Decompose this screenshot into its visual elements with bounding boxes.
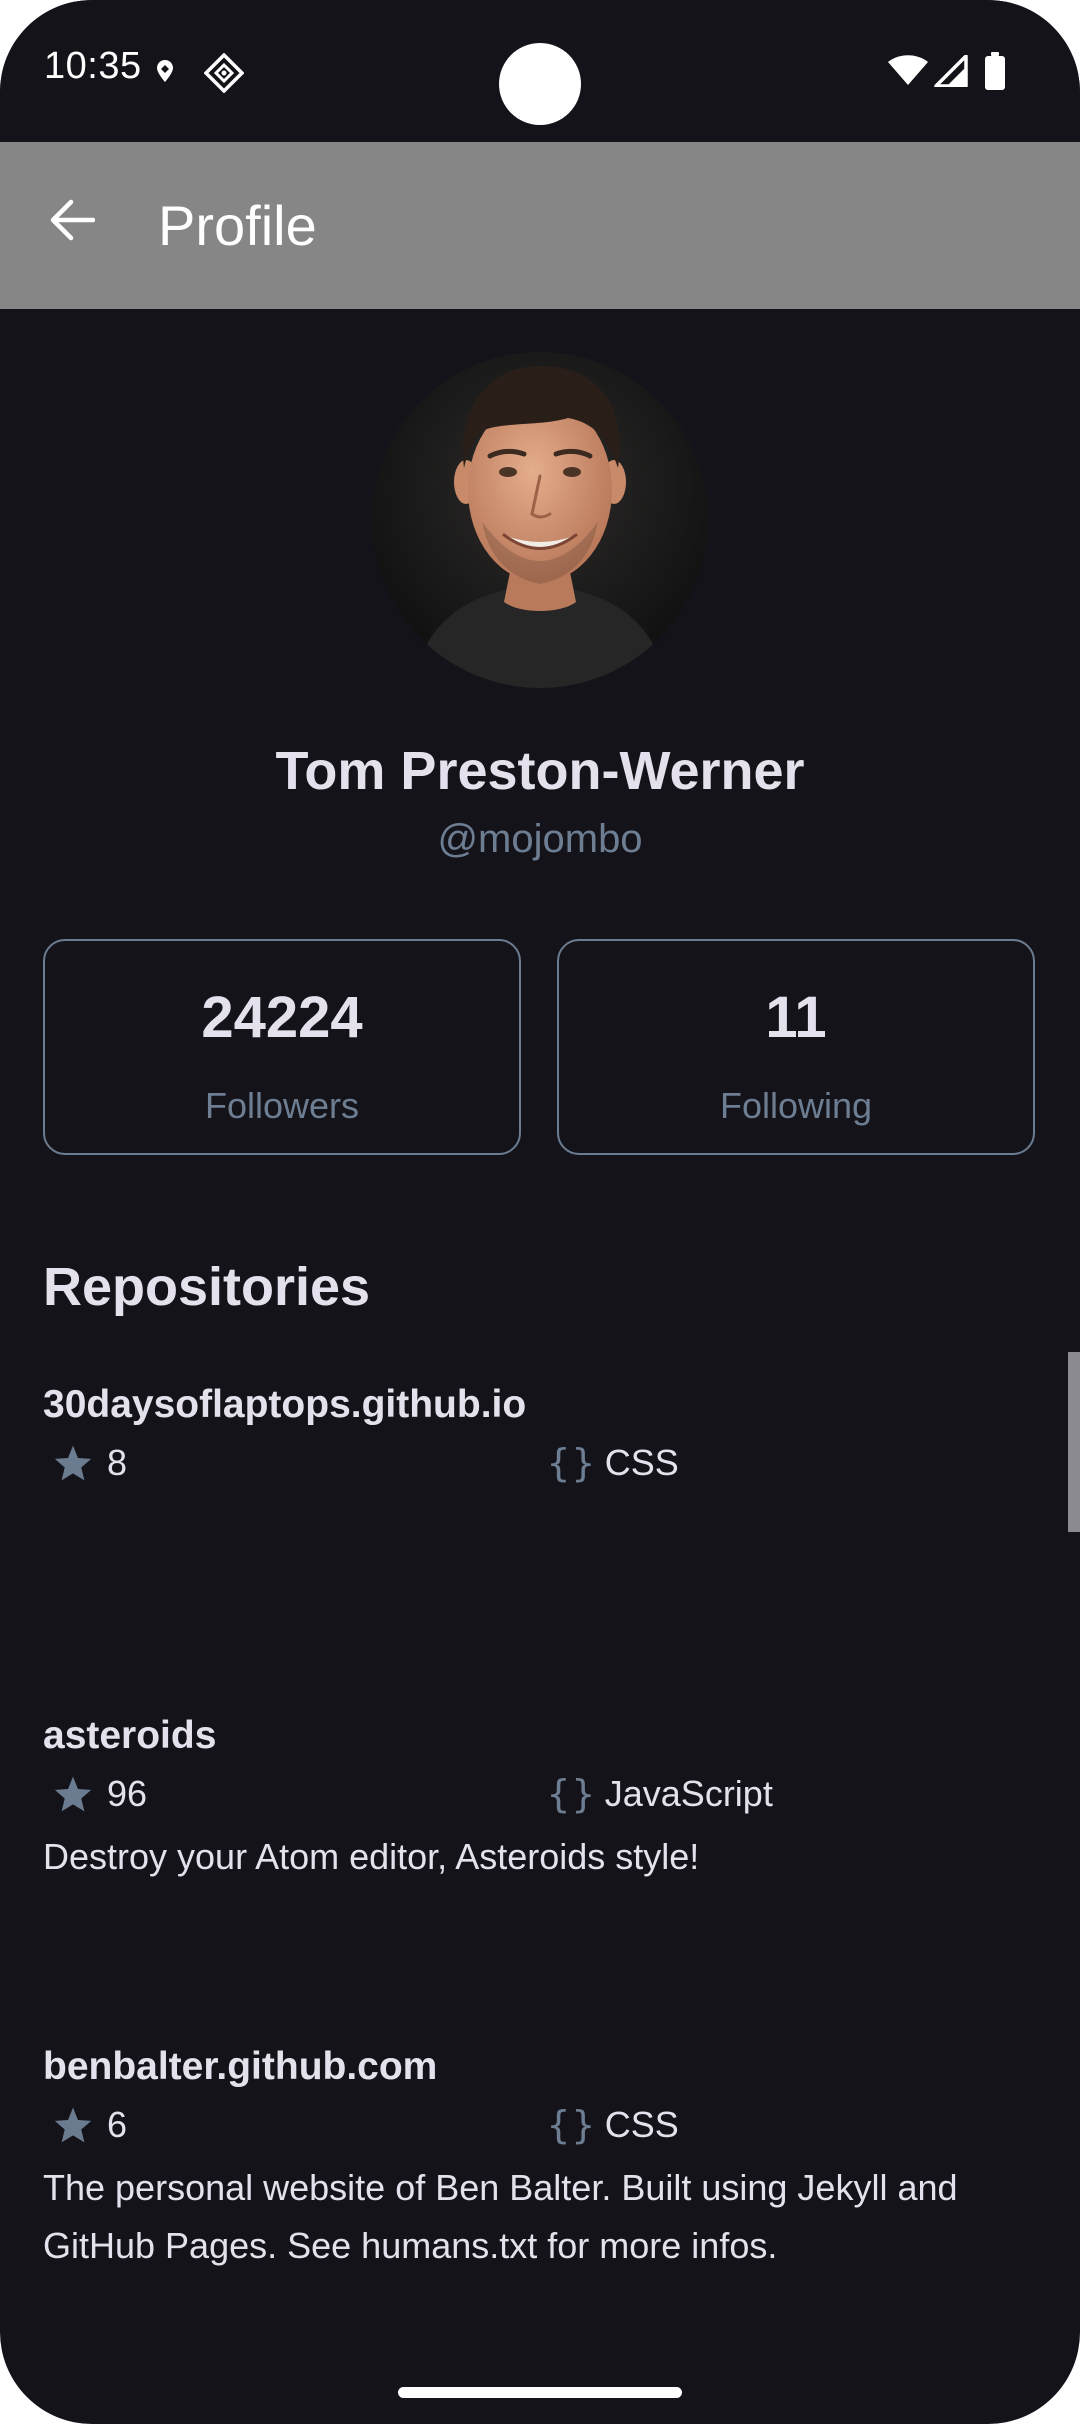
repo-description: The personal website of Ben Balter. Buil… [43, 2167, 958, 2266]
repo-stars: 6 [53, 2100, 127, 2150]
avatar-portrait [372, 352, 708, 688]
arrow-back-icon [50, 199, 95, 241]
repo-item[interactable]: 30daysoflaptops.github.io 8 {} CSS [0, 1380, 1080, 1660]
profile-handle: @mojombo [437, 817, 643, 861]
scrollbar[interactable] [1068, 1352, 1080, 1532]
repo-item[interactable]: benbalter.github.com 6 {} CSS The person… [0, 2042, 1080, 2322]
signal-icon [934, 55, 968, 87]
location-icon [157, 60, 173, 82]
battery-icon [985, 52, 1005, 90]
wifi-icon [888, 55, 928, 85]
repo-stars: 96 [53, 1769, 147, 1819]
gesture-bar[interactable] [398, 2387, 682, 2398]
followers-count: 24224 [201, 985, 363, 1050]
repo-star-count: 8 [107, 1442, 128, 1483]
followers-card[interactable]: 24224 Followers [43, 939, 521, 1155]
repo-language-label: CSS [604, 1442, 679, 1483]
profile-name: Tom Preston-Werner [275, 741, 805, 801]
status-bar: 10:35 [0, 0, 1080, 142]
repo-description: Destroy your Atom editor, Asteroids styl… [43, 1836, 700, 1877]
code-braces-icon: {} [547, 1441, 597, 1485]
following-count: 11 [765, 985, 827, 1050]
star-icon [54, 1445, 92, 1481]
code-braces-icon: {} [547, 1772, 597, 1816]
repo-item[interactable]: asteroids 96 {} JavaScript Destroy your … [0, 1711, 1080, 1991]
star-icon [54, 2107, 92, 2143]
cast-icon [204, 53, 244, 93]
repo-language-label: CSS [604, 2104, 679, 2145]
status-time: 10:35 [44, 45, 142, 87]
repo-star-count: 96 [107, 1773, 148, 1814]
repositories-title: Repositories [43, 1257, 371, 1317]
code-braces-icon: {} [547, 2103, 597, 2147]
repo-name: 30daysoflaptops.github.io [43, 1383, 527, 1426]
following-card[interactable]: 11 Following [557, 939, 1035, 1155]
app-bar: Profile [0, 142, 1080, 309]
repo-name: benbalter.github.com [43, 2045, 438, 2088]
back-button[interactable] [36, 184, 108, 256]
following-label: Following [719, 1085, 873, 1126]
avatar [372, 352, 708, 688]
repo-star-count: 6 [107, 2104, 128, 2145]
repo-language: {} CSS [547, 2100, 679, 2150]
repo-stars: 8 [53, 1438, 127, 1488]
repo-name: asteroids [43, 1714, 217, 1757]
repo-language-label: JavaScript [604, 1773, 773, 1814]
device-screen: 10:35 Profile Tom Preston-Werner @mojomb… [0, 0, 1080, 2424]
followers-label: Followers [204, 1085, 360, 1126]
camera-cutout [499, 43, 581, 125]
repo-language: {} JavaScript [547, 1769, 773, 1819]
page-title: Profile [158, 194, 317, 257]
repo-language: {} CSS [547, 1438, 679, 1488]
star-icon [54, 1776, 92, 1812]
